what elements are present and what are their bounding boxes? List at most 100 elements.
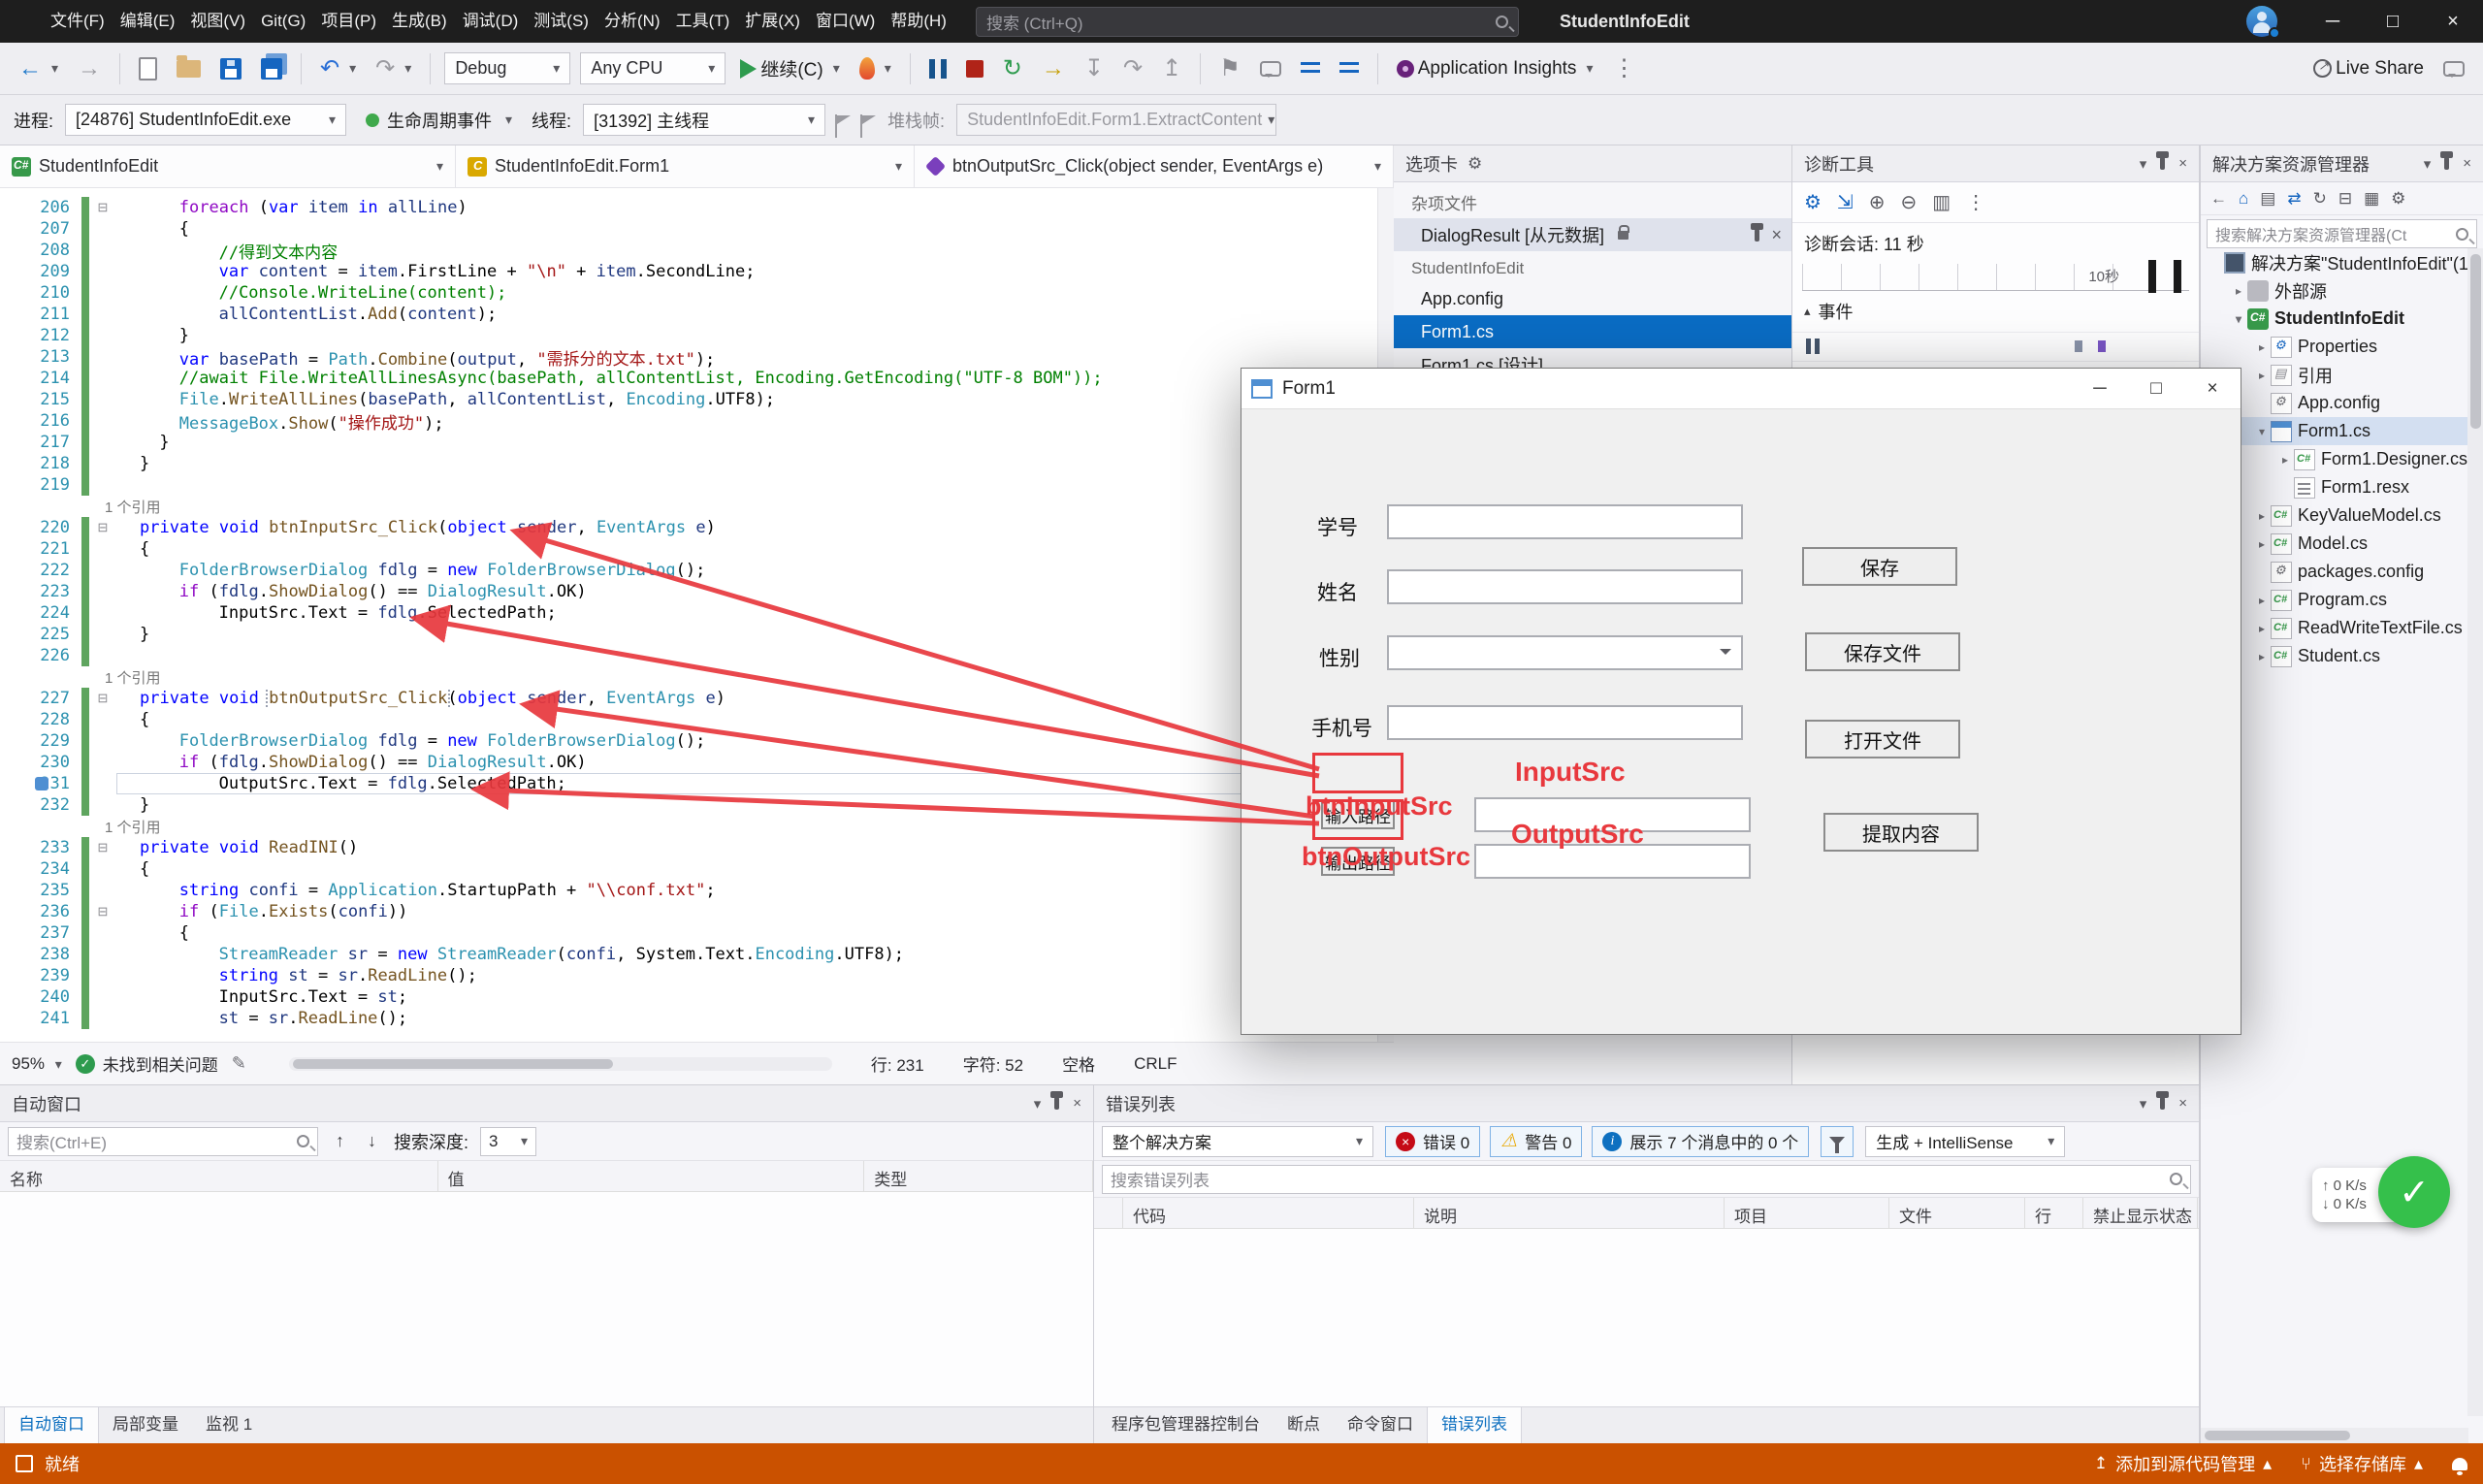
- scrollbar-thumb[interactable]: [2470, 254, 2481, 429]
- menu-item-1[interactable]: 编辑(E): [113, 0, 183, 43]
- chevron-down-icon[interactable]: ▾: [2140, 155, 2147, 173]
- document-tab[interactable]: Form1.cs: [1394, 315, 1791, 348]
- menu-item-10[interactable]: 扩展(X): [737, 0, 808, 43]
- class-dropdown[interactable]: StudentInfoEdit.Form1 ▾: [456, 145, 915, 187]
- document-tab[interactable]: App.config: [1394, 282, 1791, 315]
- scrollbar-thumb[interactable]: [293, 1059, 613, 1069]
- chevron-down-icon[interactable]: ▾: [2140, 1095, 2147, 1113]
- tree-item-Properties[interactable]: ▸Properties: [2201, 333, 2468, 361]
- form1-titlebar[interactable]: Form1 ─ □ ×: [1242, 369, 2241, 409]
- solution-vertical-scrollbar[interactable]: [2467, 248, 2483, 1416]
- menu-item-9[interactable]: 工具(T): [668, 0, 738, 43]
- column-header-文件[interactable]: 文件: [1889, 1198, 2025, 1228]
- tree-item--StudentInfoEdit-1-[interactable]: 解决方案"StudentInfoEdit"(1 个: [2201, 248, 2468, 276]
- debug-config-combo[interactable]: Debug▾: [444, 52, 570, 84]
- autos-grid-body[interactable]: [0, 1192, 1093, 1409]
- project-dropdown[interactable]: StudentInfoEdit ▾: [0, 145, 456, 187]
- pin-icon[interactable]: [1755, 229, 1759, 242]
- send-feedback-icon[interactable]: [2438, 57, 2469, 81]
- open-file-button[interactable]: 打开文件: [1805, 720, 1960, 758]
- chevron-right-icon[interactable]: ▸: [2276, 453, 2294, 467]
- close-icon[interactable]: ×: [1073, 1095, 1081, 1112]
- student-no-input[interactable]: [1387, 504, 1743, 539]
- indent-mode[interactable]: 空格: [1062, 1051, 1095, 1076]
- back-icon[interactable]: ←: [2210, 189, 2227, 209]
- platform-combo[interactable]: Any CPU▾: [580, 52, 726, 84]
- toggle-comment-icon[interactable]: [1255, 57, 1286, 81]
- chevron-right-icon[interactable]: ▸: [2253, 622, 2271, 635]
- member-dropdown[interactable]: btnOutputSrc_Click(object sender, EventA…: [915, 145, 1394, 187]
- pin-icon[interactable]: [2444, 157, 2449, 170]
- chart-icon[interactable]: ▥: [1932, 190, 1951, 214]
- fold-marker[interactable]: ⊟: [89, 200, 116, 215]
- build-intellisense-combo[interactable]: 生成 + IntelliSense ▾: [1865, 1126, 2065, 1157]
- show-all-files-icon[interactable]: ▦: [2364, 189, 2379, 209]
- menu-item-0[interactable]: 文件(F): [43, 0, 113, 43]
- stackframe-combo[interactable]: StudentInfoEdit.Form1.ExtractContent▾: [956, 104, 1276, 136]
- save-button[interactable]: 保存: [1802, 547, 1957, 586]
- events-section-header[interactable]: ▴ 事件: [1792, 291, 2199, 333]
- sync-active-icon[interactable]: ⇄: [2287, 189, 2301, 209]
- column-header-值[interactable]: 值: [438, 1161, 865, 1191]
- pin-icon[interactable]: [1054, 1097, 1059, 1110]
- chevron-down-icon[interactable]: ▾: [2253, 425, 2271, 438]
- menu-item-7[interactable]: 测试(S): [526, 0, 597, 43]
- close-button[interactable]: ×: [2423, 0, 2483, 43]
- fold-marker[interactable]: ⊟: [89, 904, 116, 919]
- back-icon[interactable]: ←▾: [14, 53, 63, 84]
- toolbar-overflow-icon[interactable]: ⋮: [1607, 53, 1640, 84]
- save-file-button[interactable]: 保存文件: [1805, 632, 1960, 671]
- pin-icon[interactable]: [2160, 1097, 2165, 1110]
- continue-button[interactable]: 继续(C)▾: [735, 51, 844, 85]
- column-header-行[interactable]: 行: [2025, 1198, 2083, 1228]
- avatar[interactable]: [2246, 6, 2277, 37]
- close-icon[interactable]: ×: [2178, 155, 2187, 172]
- solution-search-box[interactable]: 搜索解决方案资源管理器(Ct: [2207, 219, 2477, 248]
- column-header-项目[interactable]: 项目: [1725, 1198, 1889, 1228]
- step-into-icon[interactable]: ↧: [1080, 53, 1109, 84]
- menu-item-11[interactable]: 窗口(W): [808, 0, 883, 43]
- chevron-right-icon[interactable]: ▸: [2253, 537, 2271, 551]
- menu-item-4[interactable]: 项目(P): [313, 0, 384, 43]
- menu-item-5[interactable]: 生成(B): [384, 0, 455, 43]
- tool-tab-错误列表[interactable]: 错误列表: [1427, 1407, 1522, 1444]
- tool-tab-局部变量[interactable]: 局部变量: [99, 1407, 192, 1444]
- zoom-in-icon[interactable]: ⊕: [1869, 190, 1886, 214]
- filter-chip-err[interactable]: ×错误 0: [1385, 1126, 1480, 1157]
- search-depth-combo[interactable]: 3 ▾: [480, 1127, 536, 1156]
- stop-icon[interactable]: [961, 56, 988, 81]
- filter-button[interactable]: [1821, 1126, 1854, 1157]
- redo-icon[interactable]: ↷▾: [371, 53, 416, 84]
- thread-combo[interactable]: [31392] 主线程▾: [583, 104, 825, 136]
- column-header-类型[interactable]: 类型: [864, 1161, 1093, 1191]
- codelens-references[interactable]: 1 个引用: [81, 817, 161, 837]
- tool-tab-监视 1[interactable]: 监视 1: [192, 1407, 266, 1444]
- filter-chip-info[interactable]: i展示 7 个消息中的 0 个: [1592, 1126, 1809, 1157]
- overflow-icon[interactable]: ⋮: [1966, 190, 1985, 214]
- app-insights-button[interactable]: Application Insights▾: [1392, 54, 1598, 83]
- save-icon[interactable]: [215, 54, 246, 83]
- save-all-icon[interactable]: [256, 54, 287, 83]
- chevron-down-icon[interactable]: ▾: [2230, 312, 2247, 326]
- menu-item-12[interactable]: 帮助(H): [883, 0, 954, 43]
- tool-tab-程序包管理器控制台[interactable]: 程序包管理器控制台: [1098, 1407, 1274, 1444]
- collapse-all-icon[interactable]: ⊟: [2338, 189, 2352, 209]
- flag-icon[interactable]: [837, 115, 851, 124]
- live-share-button[interactable]: Live Share: [2308, 54, 2429, 83]
- bookmark-icon[interactable]: ⚑: [1214, 53, 1245, 84]
- code-health-indicator[interactable]: ✓ 未找到相关问题: [76, 1051, 218, 1076]
- chevron-right-icon[interactable]: ▸: [2253, 650, 2271, 663]
- chevron-right-icon[interactable]: ▸: [2253, 340, 2271, 354]
- flag-icon[interactable]: [862, 115, 876, 124]
- column-header-icon[interactable]: [1094, 1198, 1123, 1228]
- fold-marker[interactable]: ⊟: [89, 840, 116, 855]
- close-icon[interactable]: ×: [2178, 1095, 2187, 1112]
- minimize-button[interactable]: ─: [2303, 0, 2363, 43]
- phone-input[interactable]: [1387, 705, 1743, 740]
- line-indent-icon[interactable]: [1296, 58, 1325, 80]
- chevron-right-icon[interactable]: ▸: [2253, 369, 2271, 382]
- autos-search-box[interactable]: 搜索(Ctrl+E): [8, 1127, 318, 1156]
- tool-tab-命令窗口[interactable]: 命令窗口: [1334, 1407, 1427, 1444]
- gender-combo[interactable]: [1387, 635, 1743, 670]
- properties-icon[interactable]: ⚙: [2391, 189, 2405, 209]
